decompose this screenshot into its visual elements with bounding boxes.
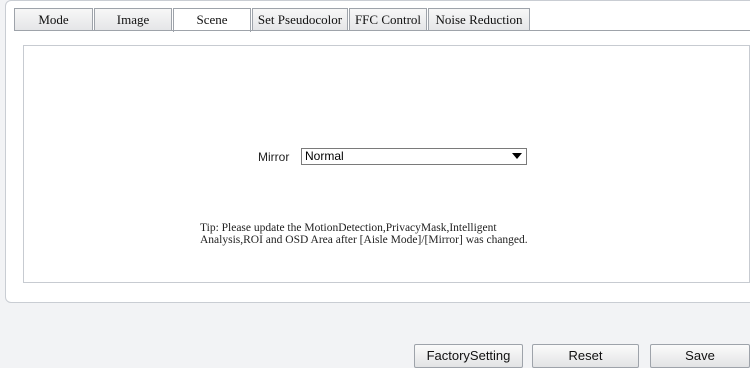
tab-scene[interactable]: Scene [173, 8, 251, 32]
mirror-selected-value: Normal [305, 149, 344, 163]
mirror-label: Mirror [258, 150, 290, 164]
tab-ffc-control[interactable]: FFC Control [349, 8, 427, 31]
tab-set-pseudocolor[interactable]: Set Pseudocolor [252, 8, 348, 31]
save-button[interactable]: Save [650, 344, 750, 368]
tab-mode[interactable]: Mode [14, 8, 93, 31]
tab-image[interactable]: Image [94, 8, 172, 31]
reset-button[interactable]: Reset [532, 344, 639, 368]
mirror-select[interactable]: Normal [301, 148, 527, 165]
dropdown-arrow-icon[interactable] [512, 153, 522, 159]
tip-text: Tip: Please update the MotionDetection,P… [200, 222, 528, 246]
tab-divider [14, 30, 750, 31]
tab-noise-reduction[interactable]: Noise Reduction [428, 8, 530, 31]
factory-setting-button[interactable]: FactorySetting [414, 344, 523, 368]
